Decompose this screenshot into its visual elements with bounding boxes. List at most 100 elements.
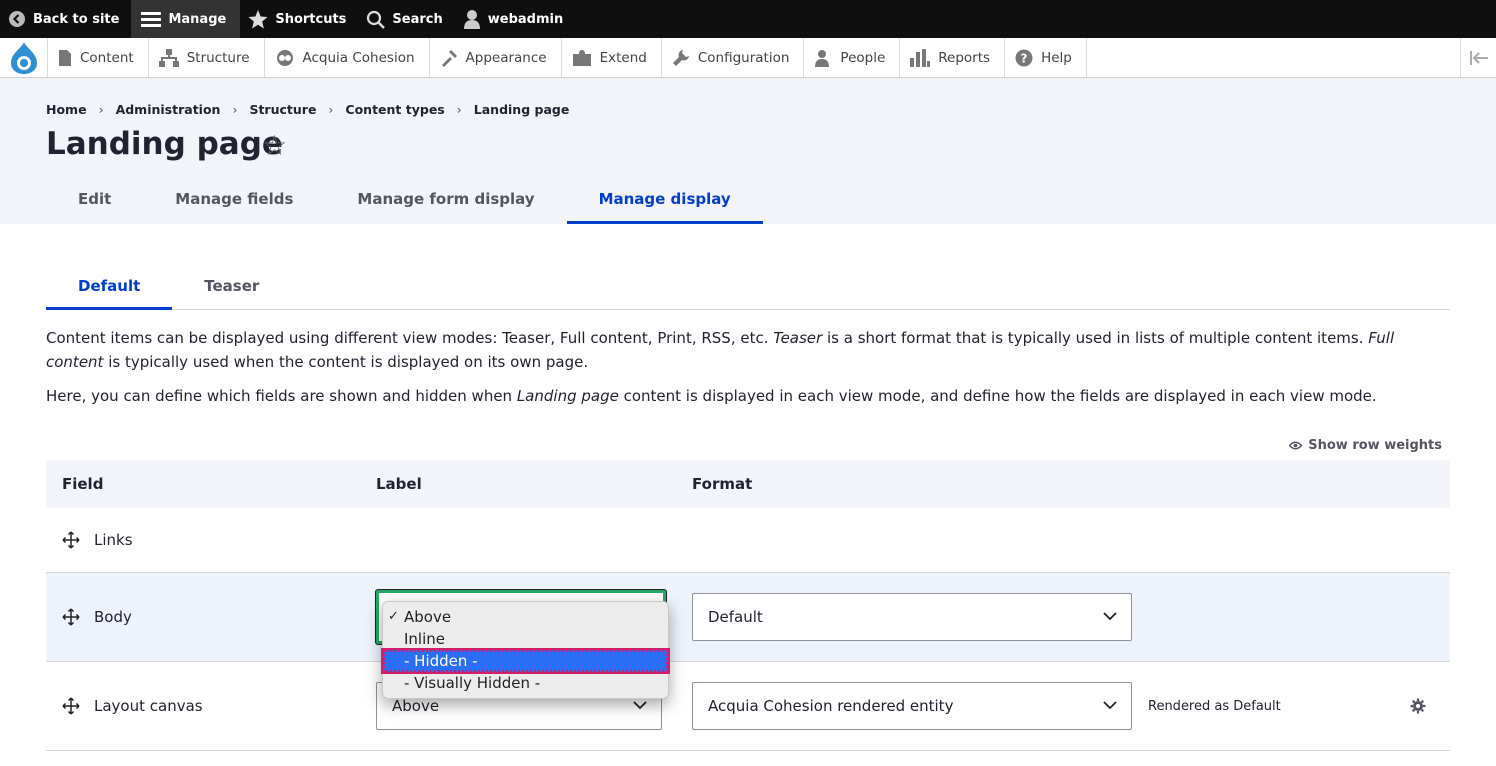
description-paragraph-1: Content items can be displayed using dif… — [46, 326, 1450, 374]
shortcuts-label: Shortcuts — [275, 11, 347, 27]
tray-item-configuration[interactable]: Configuration — [662, 38, 805, 77]
breadcrumb-separator: › — [232, 102, 238, 117]
puzzle-icon — [572, 49, 591, 66]
search-icon — [367, 10, 386, 29]
field-cell: Layout canvas — [46, 697, 376, 715]
description-emphasis: Teaser — [773, 329, 823, 347]
tab-manage-fields[interactable]: Manage fields — [143, 180, 325, 224]
tray-item-label: Content — [80, 49, 134, 66]
tray-item-appearance[interactable]: Appearance — [430, 38, 562, 77]
collapse-icon — [1469, 50, 1488, 65]
drag-handle-icon[interactable] — [62, 697, 80, 715]
back-arrow-icon — [9, 11, 25, 27]
tray-item-label: Reports — [938, 49, 991, 66]
admin-toolbar: Back to site Manage Shortcuts Search web… — [0, 0, 1496, 38]
drupal-drop-icon — [10, 41, 37, 74]
gear-icon[interactable] — [1410, 698, 1426, 714]
chevron-down-icon — [633, 701, 647, 710]
breadcrumb-home[interactable]: Home — [46, 102, 87, 117]
bar-chart-icon — [910, 48, 931, 67]
back-to-site-label: Back to site — [33, 11, 120, 27]
manage-toggle[interactable]: Manage — [131, 0, 241, 38]
tray-item-label: Structure — [186, 49, 250, 66]
tray-item-label: Help — [1041, 49, 1072, 66]
option-inline[interactable]: Inline — [383, 628, 668, 650]
description-text: is a short format that is typically used… — [822, 329, 1369, 347]
help-icon: ? — [1015, 49, 1033, 66]
document-icon — [59, 49, 71, 66]
breadcrumb-structure[interactable]: Structure — [249, 102, 316, 117]
secondary-tabs: Default Teaser — [46, 268, 1450, 310]
label-options-dropdown: ✓ Above Inline - Hidden - - Visually Hidd… — [382, 601, 669, 699]
show-row-weights-button[interactable]: Show row weights — [1289, 438, 1442, 453]
field-display-table: Field Label Format Links Body Default La… — [46, 460, 1450, 751]
breadcrumb-administration[interactable]: Administration — [116, 102, 221, 117]
tray-item-extend[interactable]: Extend — [562, 38, 662, 77]
body-format-select[interactable]: Default — [692, 593, 1132, 641]
cohesion-icon — [276, 49, 293, 66]
breadcrumb-separator: › — [456, 102, 462, 117]
tab-default[interactable]: Default — [46, 268, 173, 310]
tray-item-people[interactable]: People — [804, 38, 901, 77]
breadcrumb-landing-page[interactable]: Landing page — [474, 102, 570, 117]
breadcrumb-separator: › — [98, 102, 104, 117]
breadcrumb-separator: › — [328, 102, 334, 117]
description-emphasis: Landing page — [516, 387, 619, 405]
format-cell: Default — [692, 593, 1148, 641]
select-value: Above — [392, 697, 440, 715]
option-label: Above — [404, 608, 452, 626]
search-toggle[interactable]: Search — [358, 0, 454, 38]
favorite-star-icon[interactable]: ☆ — [262, 129, 287, 162]
field-cell: Body — [46, 608, 376, 626]
shortcuts-toggle[interactable]: Shortcuts — [240, 0, 358, 38]
tray-item-label: Acquia Cohesion — [302, 49, 415, 66]
tray-item-reports[interactable]: Reports — [900, 38, 1006, 77]
tray-item-label: Extend — [599, 49, 647, 66]
tray-item-acquia-cohesion[interactable]: Acquia Cohesion — [265, 38, 430, 77]
option-label: Inline — [404, 630, 446, 648]
field-cell: Links — [46, 531, 376, 549]
tray-item-label: Configuration — [697, 49, 790, 66]
drag-handle-icon[interactable] — [62, 531, 80, 549]
layout-canvas-format-select[interactable]: Acquia Cohesion rendered entity — [692, 682, 1132, 730]
description-text: Here, you can define which fields are sh… — [46, 387, 517, 405]
back-to-site-link[interactable]: Back to site — [0, 0, 131, 38]
collapse-tray-button[interactable] — [1460, 38, 1496, 77]
manage-label: Manage — [168, 11, 227, 27]
option-visually-hidden[interactable]: - Visually Hidden - — [383, 672, 668, 694]
select-value: Acquia Cohesion rendered entity — [708, 697, 954, 715]
page-title: Landing page — [46, 126, 283, 162]
drupal-logo[interactable] — [0, 38, 48, 77]
table-header: Field Label Format — [46, 460, 1450, 508]
tab-manage-form-display[interactable]: Manage form display — [325, 180, 566, 224]
show-row-weights-label: Show row weights — [1308, 438, 1442, 453]
tray-item-label: People — [840, 49, 886, 66]
format-cell: Acquia Cohesion rendered entity — [692, 682, 1148, 730]
field-name: Links — [94, 531, 133, 549]
tray-item-structure[interactable]: Structure — [149, 38, 265, 77]
tab-edit[interactable]: Edit — [46, 180, 143, 224]
tab-manage-display[interactable]: Manage display — [566, 180, 763, 224]
eye-icon — [1289, 441, 1303, 450]
chevron-down-icon — [1103, 701, 1117, 710]
tray-item-help[interactable]: ? Help — [1005, 38, 1087, 77]
search-label: Search — [392, 11, 443, 27]
tab-teaser[interactable]: Teaser — [172, 268, 291, 310]
star-icon — [248, 9, 268, 28]
drag-handle-icon[interactable] — [62, 608, 80, 626]
primary-tabs: Edit Manage fields Manage form display M… — [46, 180, 763, 224]
user-label: webadmin — [487, 11, 564, 27]
header-field: Field — [62, 475, 104, 493]
option-label: - Visually Hidden - — [404, 674, 541, 692]
user-toggle[interactable]: webadmin — [455, 0, 575, 38]
description-text: Content items can be displayed using dif… — [46, 329, 774, 347]
select-value: Default — [708, 608, 763, 626]
breadcrumb-content-types[interactable]: Content types — [345, 102, 444, 117]
tray-item-content[interactable]: Content — [48, 38, 149, 77]
operations-cell — [1408, 698, 1450, 714]
page-header: Home › Administration › Structure › Content… — [0, 78, 1496, 224]
option-hidden[interactable]: - Hidden - — [383, 650, 668, 672]
chevron-down-icon — [1103, 612, 1117, 621]
tray-item-label: Appearance — [465, 49, 547, 66]
option-above[interactable]: ✓ Above — [383, 606, 668, 628]
